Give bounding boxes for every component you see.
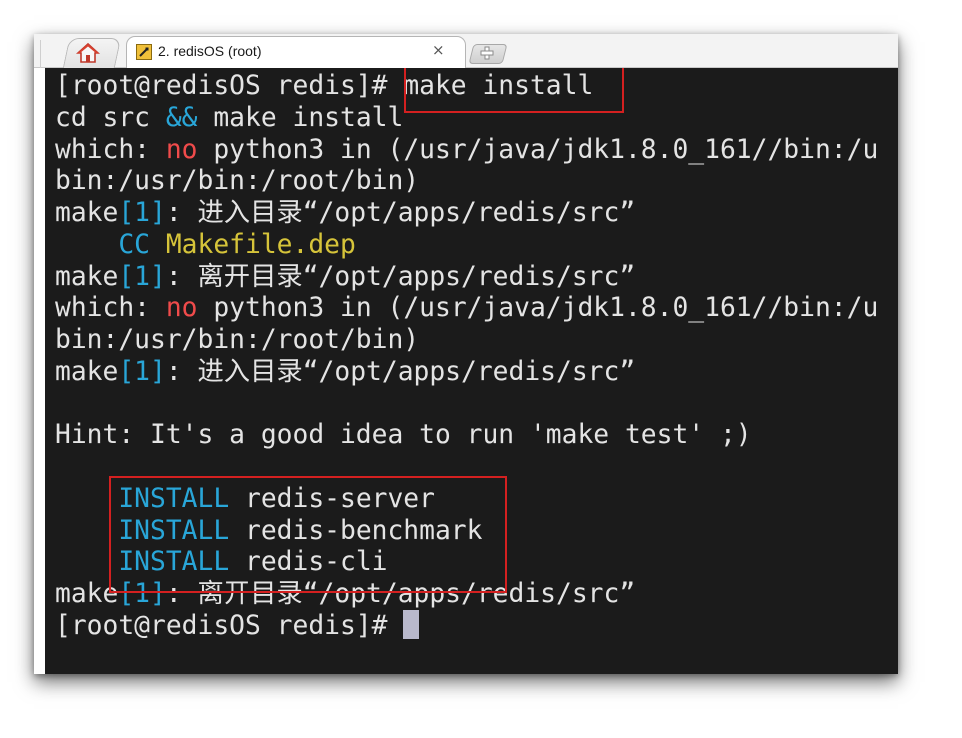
tab-title: 2. redisOS (root): [158, 43, 262, 59]
terminal-line: which: no python3 in (/usr/java/jdk1.8.0…: [55, 292, 878, 324]
terminal-text-segment: INSTALL: [55, 547, 230, 578]
close-tab-icon[interactable]: ×: [432, 41, 445, 59]
terminal-line: [root@redisOS redis]# make install: [55, 70, 593, 102]
terminal-text-segment: : 进入目录“/opt/apps/redis/src”: [165, 198, 636, 228]
terminal-text-segment: bin:/usr/bin:/root/bin): [55, 325, 420, 355]
terminal-text-segment: : 进入目录“/opt/apps/redis/src”: [165, 356, 636, 387]
terminal-text-segment: redis-benchmark: [229, 515, 483, 546]
terminal-text-segment: Hint: It's a good idea to run 'make test…: [55, 420, 752, 451]
terminal-text-segment: [1]: [118, 261, 166, 292]
terminal-text-segment: Makefile.dep: [165, 229, 356, 260]
terminal-text-segment: bin:/usr/bin:/root/bin): [55, 166, 420, 197]
new-tab-icon[interactable]: [480, 46, 494, 60]
terminal-output[interactable]: [root@redisOS redis]# make[1]: 离开目录“/opt…: [45, 68, 898, 674]
terminal-text-segment: redis-server: [229, 483, 435, 514]
terminal-line: CC Makefile.dep: [55, 229, 356, 261]
terminal-line: which: no python3 in (/usr/java/jdk1.8.0…: [55, 134, 878, 166]
terminal-text-segment: redis-cli: [229, 547, 388, 578]
terminal-text-segment: : 离开目录“/opt/apps/redis/src”: [165, 579, 636, 609]
text-cursor: [403, 609, 420, 639]
terminal-line: INSTALL redis-server: [55, 483, 435, 515]
terminal-text-segment: INSTALL: [55, 483, 230, 514]
terminal-text-segment: which:: [55, 134, 166, 165]
terminal-line: make[1]: 离开目录“/opt/apps/redis/src”: [55, 261, 635, 293]
terminal-text-segment: no: [165, 293, 198, 324]
terminal-line: bin:/usr/bin:/root/bin): [55, 324, 419, 356]
terminal-text-segment: [root@redisOS redis]#: [55, 610, 404, 641]
terminal-line: make[1]: 离开目录“/opt/apps/redis/src”: [55, 578, 635, 610]
terminal-text-segment: python3 in (/usr/java/jdk1.8.0_161//bin:…: [197, 293, 879, 324]
terminal-text-segment: [1]: [118, 579, 166, 609]
terminal-text-segment: : 离开目录“/opt/apps/redis/src”: [165, 261, 636, 292]
tab-bar-edge: [34, 40, 41, 68]
terminal-line: INSTALL redis-cli: [55, 546, 387, 578]
terminal-text-segment: make: [55, 579, 119, 609]
home-icon[interactable]: [76, 42, 100, 64]
terminal-text-segment: &&: [165, 102, 198, 133]
terminal-line: bin:/usr/bin:/root/bin): [55, 165, 419, 197]
terminal-text-segment: make install: [403, 71, 594, 101]
terminal-text-segment: make: [55, 356, 119, 387]
terminal-text-segment: [1]: [118, 356, 166, 387]
terminal-text-segment: python3 in (/usr/java/jdk1.8.0_161//bin:…: [197, 134, 879, 165]
terminal-text-segment: make: [55, 261, 119, 292]
terminal-session-icon: [136, 44, 152, 60]
terminal-window: 2. redisOS (root) × [root@redisOS redis]…: [34, 34, 898, 674]
terminal-line: Hint: It's a good idea to run 'make test…: [55, 419, 752, 451]
terminal-text-segment: INSTALL: [55, 515, 230, 546]
terminal-line: make[1]: 进入目录“/opt/apps/redis/src”: [55, 197, 635, 229]
terminal-line: INSTALL redis-benchmark: [55, 515, 482, 547]
terminal-line: [root@redisOS redis]#: [55, 609, 420, 642]
terminal-text-segment: cd src: [55, 102, 166, 133]
terminal-line: make[1]: 进入目录“/opt/apps/redis/src”: [55, 356, 635, 388]
terminal-text-segment: which:: [55, 293, 166, 324]
terminal-text-segment: no: [165, 134, 198, 165]
terminal-text-segment: make: [55, 198, 119, 228]
terminal-text-segment: [root@redisOS redis]#: [55, 71, 404, 101]
tab-bar: 2. redisOS (root) ×: [34, 34, 898, 68]
terminal-line: cd src && make install: [55, 102, 403, 134]
terminal-text-segment: CC: [55, 229, 166, 260]
terminal-text-segment: [1]: [118, 198, 166, 228]
terminal-text-segment: make install: [197, 102, 404, 133]
